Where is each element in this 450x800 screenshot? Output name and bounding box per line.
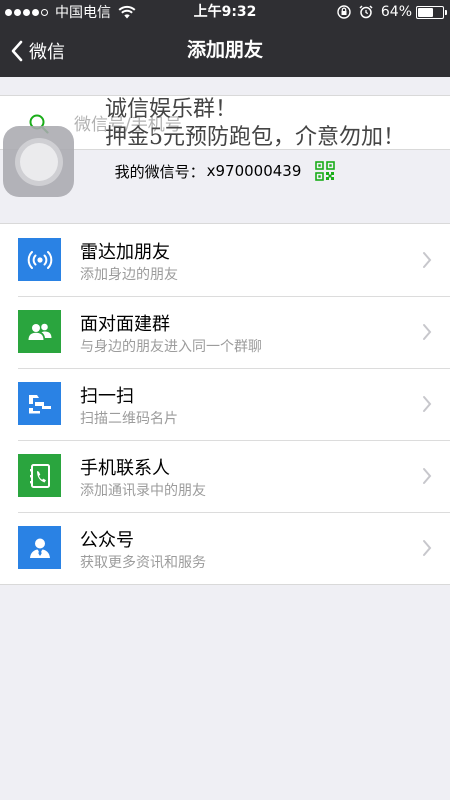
menu-item-title: 面对面建群: [80, 314, 170, 335]
back-label: 微信: [29, 41, 65, 63]
menu-item-official-accounts[interactable]: 公众号 获取更多资讯和服务: [0, 512, 450, 584]
menu-item-title: 公众号: [80, 530, 134, 551]
official-account-icon: [18, 526, 61, 569]
wechat-id-value: x970000439: [206, 162, 302, 180]
menu-item-subtitle: 添加通讯录中的朋友: [80, 483, 206, 499]
chevron-right-icon: [423, 324, 432, 340]
menu-item-title: 手机联系人: [80, 458, 170, 479]
page-title: 添加朋友: [186, 39, 263, 61]
assistive-touch-button[interactable]: [3, 126, 74, 197]
carrier-name: 中国电信: [55, 5, 111, 21]
menu-item-title: 扫一扫: [80, 386, 134, 407]
phone-contacts-icon: [18, 454, 61, 497]
menu-item-scan[interactable]: 扫一扫 扫描二维码名片: [0, 368, 450, 440]
signal-strength-icon: [5, 8, 50, 16]
battery-icon: [416, 5, 447, 19]
chevron-left-icon: [11, 40, 23, 61]
menu-item-subtitle: 扫描二维码名片: [80, 411, 178, 427]
wifi-icon: [118, 5, 136, 19]
rotation-lock-icon: [337, 5, 351, 19]
navigation-bar: 微信 添加朋友: [0, 24, 450, 77]
battery-percentage: 64%: [380, 4, 412, 20]
radar-icon: [18, 238, 61, 281]
chevron-right-icon: [423, 396, 432, 412]
wechat-id-label: 我的微信号：: [114, 162, 205, 181]
menu-item-face-to-face-group[interactable]: 面对面建群 与身边的朋友进入同一个群聊: [0, 296, 450, 368]
overlay-text: 诚信娱乐群！ 押金5元预防跑包，介意勿加！: [105, 96, 405, 152]
menu-item-radar[interactable]: 雷达加朋友 添加身边的朋友: [0, 224, 450, 296]
alarm-icon: [359, 5, 373, 19]
overlay-line-1: 诚信娱乐群！: [105, 97, 238, 122]
chevron-right-icon: [423, 252, 432, 268]
qrcode-icon[interactable]: [315, 161, 336, 181]
menu-item-subtitle: 与身边的朋友进入同一个群聊: [80, 339, 262, 355]
chevron-right-icon: [423, 540, 432, 556]
back-button[interactable]: 微信: [10, 24, 65, 77]
menu-item-title: 雷达加朋友: [80, 242, 170, 263]
scan-icon: [18, 382, 61, 425]
add-friend-options: 雷达加朋友 添加身边的朋友 面对面建群 与身边的朋友进入同一个群聊 扫一扫 扫描…: [0, 223, 450, 585]
menu-item-phone-contacts[interactable]: 手机联系人 添加通讯录中的朋友: [0, 440, 450, 512]
overlay-line-2: 押金5元预防跑包，介意勿加！: [105, 125, 405, 150]
group-icon: [18, 310, 61, 353]
menu-item-subtitle: 添加身边的朋友: [80, 267, 178, 283]
chevron-right-icon: [423, 468, 432, 484]
status-bar: 中国电信 上午9:32 64%: [0, 0, 450, 24]
menu-item-subtitle: 获取更多资讯和服务: [80, 555, 206, 571]
